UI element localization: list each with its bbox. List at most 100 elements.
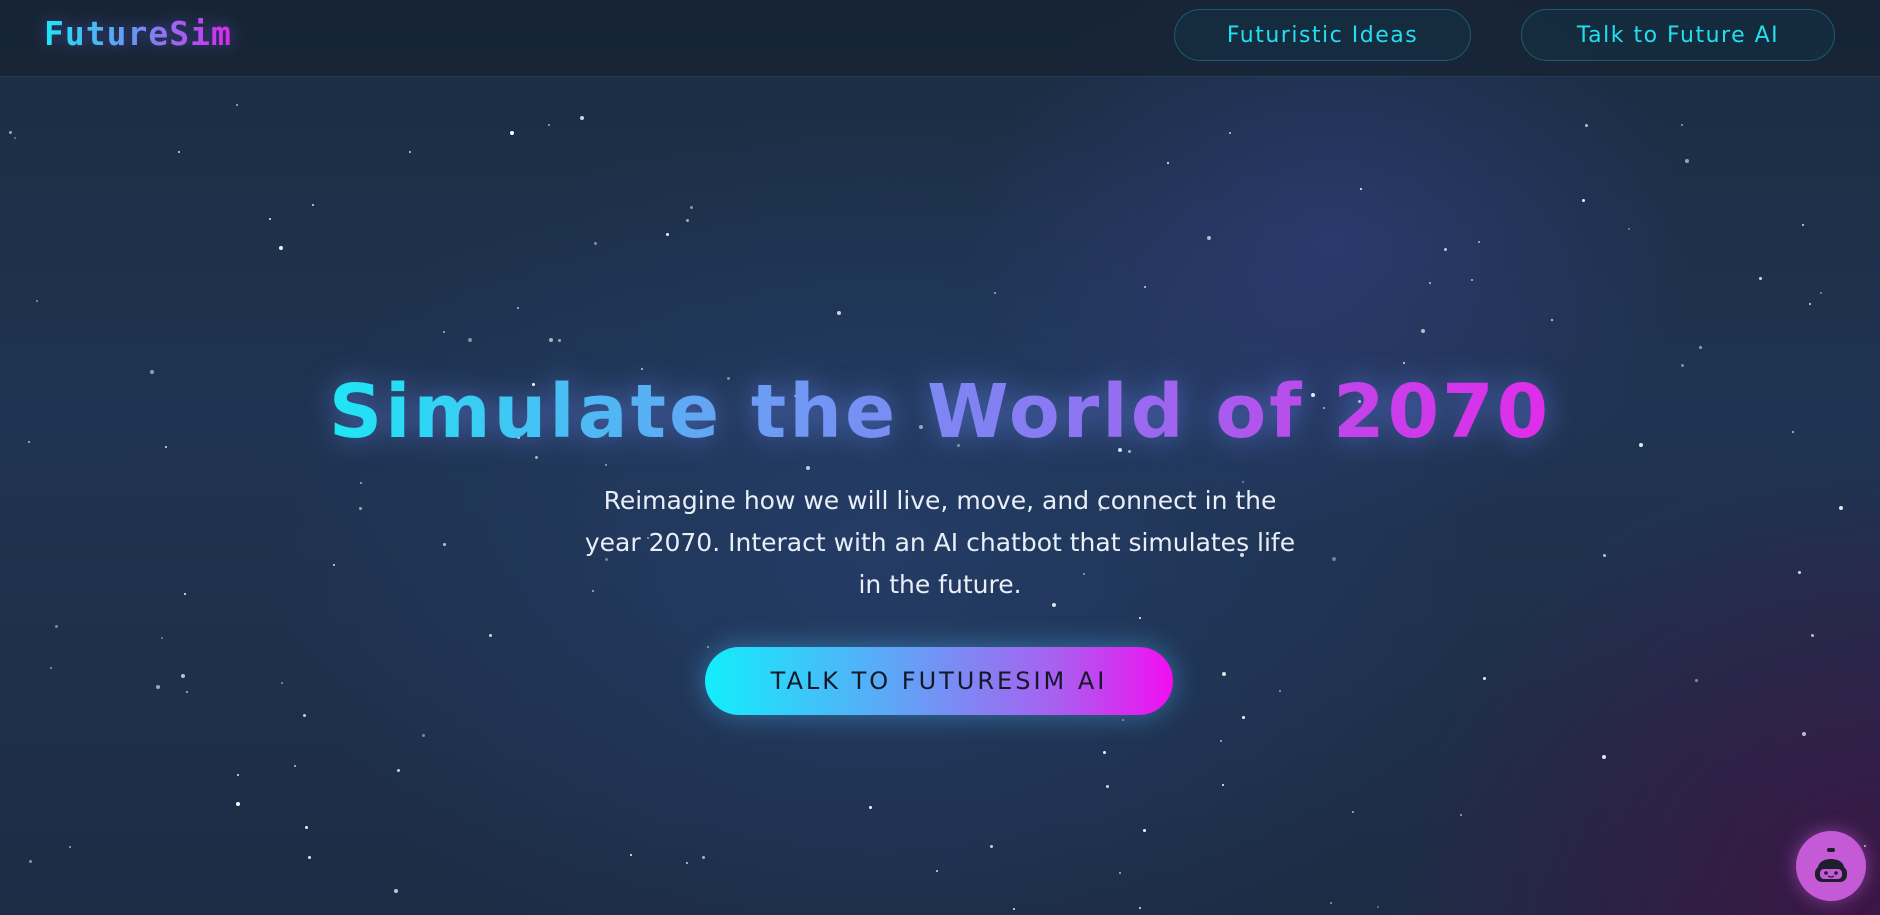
star	[1421, 329, 1425, 333]
star	[548, 124, 550, 126]
star	[1471, 279, 1473, 281]
star	[1681, 124, 1683, 126]
talk-to-futuresim-ai-button[interactable]: TALK TO FUTURESIM AI	[705, 647, 1173, 715]
star	[333, 564, 335, 566]
star	[237, 774, 239, 776]
star	[236, 104, 238, 106]
star	[184, 593, 186, 595]
star	[443, 543, 446, 546]
star	[1429, 282, 1431, 284]
star	[1352, 811, 1354, 813]
star	[468, 338, 472, 342]
star	[1699, 346, 1702, 349]
star	[1122, 719, 1124, 721]
star	[236, 802, 240, 806]
star	[422, 734, 425, 737]
star	[409, 151, 411, 153]
star	[1695, 679, 1698, 682]
star	[1167, 162, 1169, 164]
star	[1811, 634, 1814, 637]
star	[702, 856, 705, 859]
star	[806, 466, 810, 470]
star	[686, 219, 689, 222]
star	[605, 464, 607, 466]
nav-futuristic-ideas[interactable]: Futuristic Ideas	[1174, 9, 1471, 61]
star	[1820, 292, 1822, 294]
star	[443, 331, 445, 333]
star	[69, 846, 71, 848]
star	[869, 806, 872, 809]
star	[303, 714, 306, 717]
star	[397, 769, 400, 772]
star	[1139, 617, 1141, 619]
star	[1628, 228, 1630, 230]
star	[1013, 908, 1015, 910]
star	[1207, 236, 1211, 240]
star	[156, 685, 160, 689]
star	[1585, 124, 1588, 127]
star	[666, 233, 669, 236]
star	[690, 206, 693, 209]
star	[707, 646, 709, 648]
star	[312, 204, 314, 206]
star	[181, 674, 185, 678]
star	[1279, 690, 1281, 692]
star	[1864, 845, 1866, 847]
star	[294, 765, 296, 767]
star	[1360, 188, 1362, 190]
hero-title: Simulate the World of 2070	[0, 362, 1880, 462]
star	[1809, 303, 1811, 305]
star	[359, 507, 362, 510]
star	[1377, 906, 1379, 908]
top-navbar: FutureSim Futuristic Ideas Talk to Futur…	[0, 0, 1880, 76]
star	[1602, 755, 1606, 759]
star	[1478, 241, 1480, 243]
robot-icon	[1815, 848, 1847, 882]
star	[990, 845, 993, 848]
star	[360, 482, 362, 484]
star	[1106, 785, 1109, 788]
star	[50, 667, 52, 669]
star	[630, 854, 632, 856]
star	[29, 860, 32, 863]
star	[1551, 319, 1553, 321]
star	[281, 682, 283, 684]
star	[1222, 672, 1226, 676]
star	[1332, 557, 1336, 561]
star	[305, 826, 308, 829]
star	[1603, 554, 1606, 557]
star	[1802, 224, 1804, 226]
star	[1483, 677, 1486, 680]
star	[279, 246, 283, 250]
star	[994, 292, 996, 294]
star	[1229, 132, 1231, 134]
star	[1582, 199, 1585, 202]
hero-title-text: Simulate the World of 2070	[328, 369, 1552, 455]
star	[549, 338, 553, 342]
star	[1103, 751, 1106, 754]
star	[1242, 716, 1245, 719]
star	[1139, 907, 1141, 909]
star	[55, 625, 58, 628]
star	[36, 300, 38, 302]
star	[186, 691, 188, 693]
star	[269, 218, 271, 220]
star	[1759, 277, 1762, 280]
star	[161, 637, 163, 639]
star	[394, 889, 398, 893]
chatbot-launcher-button[interactable]	[1796, 831, 1866, 901]
star	[580, 116, 584, 120]
star	[178, 151, 180, 153]
star	[489, 634, 492, 637]
star	[686, 862, 688, 864]
star	[1802, 732, 1806, 736]
star	[1444, 248, 1447, 251]
star	[1119, 872, 1121, 874]
star	[1839, 506, 1843, 510]
star	[1222, 784, 1224, 786]
star	[1685, 159, 1689, 163]
star	[308, 856, 311, 859]
nav-talk-to-future-ai[interactable]: Talk to Future AI	[1521, 9, 1835, 61]
star	[510, 131, 514, 135]
logo[interactable]: FutureSim	[44, 14, 232, 53]
